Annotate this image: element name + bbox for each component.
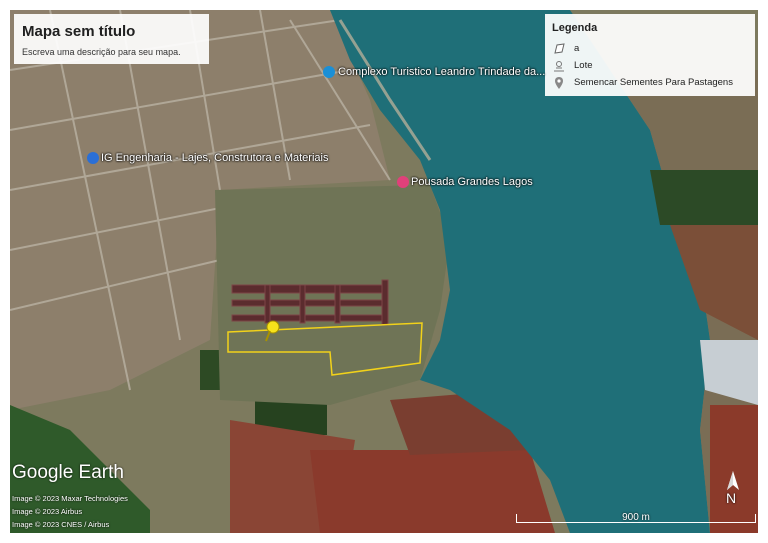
scale-label: 900 m	[622, 512, 650, 523]
map-description[interactable]: Escreva uma descrição para seu mapa.	[22, 47, 181, 57]
legend-panel: Legenda a Lote Semencar Sementes Para Pa…	[545, 14, 755, 96]
place-label-pousada[interactable]: Pousada Grandes Lagos	[411, 176, 533, 188]
north-label: N	[726, 490, 737, 506]
place-label-ig-engenharia[interactable]: IG Engenharia - Lajes, Construtora e Mat…	[101, 152, 328, 164]
pushpin-icon[interactable]	[263, 320, 281, 342]
bed-icon[interactable]	[397, 176, 409, 188]
imagery-credit: Image © 2023 Maxar Technologies	[12, 494, 128, 503]
legend-item-label: Semencar Sementes Para Pastagens	[574, 77, 733, 88]
lot-icon	[554, 61, 564, 72]
imagery-credit: Image © 2023 CNES / Airbus	[12, 520, 110, 529]
placemark-icon	[555, 77, 563, 89]
camera-icon[interactable]	[323, 66, 335, 78]
google-earth-logo: Google Earth	[12, 462, 124, 483]
scale-bar: 900 m	[516, 512, 756, 524]
shop-icon[interactable]	[87, 152, 99, 164]
imagery-credit: Image © 2023 Airbus	[12, 507, 83, 516]
legend-item-label: a	[574, 43, 580, 54]
legend-item-label: Lote	[574, 60, 593, 71]
north-arrow-icon: N	[724, 470, 742, 510]
map-title-panel: Mapa sem título Escreva uma descrição pa…	[14, 14, 209, 64]
place-label-complexo[interactable]: Complexo Turistico Leandro Trindade da..…	[338, 66, 545, 78]
polygon-icon	[554, 43, 565, 54]
map-title[interactable]: Mapa sem título	[22, 23, 135, 40]
legend-heading: Legenda	[552, 22, 598, 34]
